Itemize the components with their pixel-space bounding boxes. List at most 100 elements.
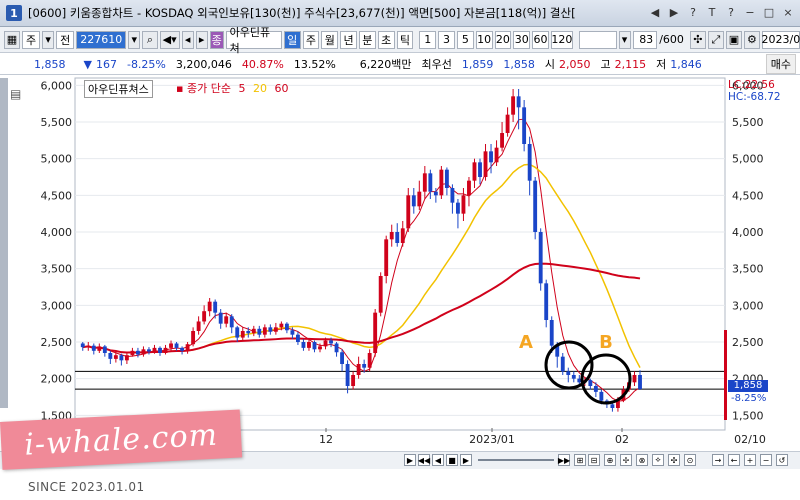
y-tick-label-right: 4,000 [732,226,764,239]
rewind-icon[interactable]: ◀◀ [418,454,430,466]
fast-forward-icon[interactable]: ▶▶ [558,454,570,466]
stock-code-input[interactable]: 227610 [76,30,127,49]
speaker-icon[interactable]: ◀▾ [159,30,180,49]
settings-icon[interactable]: ⚙ [743,30,760,49]
help-icon-2[interactable]: ? [723,4,739,20]
y-tick-label-right: 2,500 [732,336,764,349]
prev-stock-icon[interactable]: ◂ [181,30,194,49]
minute-60[interactable]: 60 [532,30,549,49]
timeline-slider[interactable] [478,459,554,461]
lc-indicator: LC:22.56 [728,79,775,91]
minute-1[interactable]: 1 [419,30,437,49]
candle-body [395,232,400,243]
tool-icon-5[interactable]: ✣ [668,454,680,466]
left-scrollbar [0,78,8,408]
minute-10[interactable]: 10 [475,30,493,49]
minus-icon[interactable]: − [760,454,772,466]
custom-period-input[interactable] [578,30,617,49]
plus-icon[interactable]: + [744,454,756,466]
tool-icon-6[interactable]: ⊙ [684,454,696,466]
minute-20[interactable]: 20 [494,30,512,49]
zoom-in-icon[interactable]: ⊞ [574,454,586,466]
zoom-icon[interactable]: ⤢ [707,30,724,49]
candle-body [522,107,527,144]
minute-3[interactable]: 3 [438,30,455,49]
prev-icon[interactable]: ◀ [647,4,663,20]
arrow-left-icon[interactable]: ← [728,454,740,466]
help-icon[interactable]: ? [685,4,701,20]
ma-period-60: 60 [274,82,289,95]
candle-body [638,375,642,390]
y-tick-label-left: 5,000 [41,153,73,166]
candle-body [566,371,571,375]
low-price: 1,846 [670,57,702,71]
candle-body [240,331,245,338]
high-label: 고 [600,58,611,71]
next-stock-icon[interactable]: ▸ [195,30,208,49]
step-back-icon[interactable]: ◀ [432,454,444,466]
candle-body [389,232,394,240]
period-month[interactable]: 월 [321,30,339,49]
close-icon[interactable]: × [780,4,796,20]
tool-icon-4[interactable]: ⟡ [652,454,664,466]
reset-icon[interactable]: ↺ [776,454,788,466]
step-forward-icon[interactable]: ▶ [460,454,472,466]
buy-button[interactable]: 매수 [765,54,796,74]
save-icon[interactable]: ▣ [725,30,742,49]
candlestick-chart[interactable]: 6,000 5,500 5,000 4,500 4,000 3,500 3,000 2,500… [0,75,800,450]
candle-body [136,350,140,355]
minute-30[interactable]: 30 [513,30,531,49]
candle-body [384,239,389,276]
last-pct-label: -8.25% [731,393,767,404]
period-day[interactable]: 일 [283,30,301,49]
code-dropdown-icon[interactable]: ▾ [128,30,141,49]
candle-body [290,330,295,335]
period-year[interactable]: 년 [340,30,357,49]
open-label: 시 [544,58,556,71]
period-week[interactable]: 주 [302,30,320,49]
crosshair-icon[interactable]: ✣ [689,30,706,49]
arrow-right-icon[interactable]: → [712,454,724,466]
y-tick-label-right: 3,500 [732,263,764,276]
candle-body [450,188,455,203]
candle-body [351,375,356,386]
y-tick-label-right: 5,500 [732,116,764,129]
minimize-icon[interactable]: − [742,4,758,20]
best-price-2: 1,858 [503,57,535,71]
candle-body [599,391,604,401]
period-minute[interactable]: 분 [358,30,376,49]
search-icon[interactable]: ⌕ [142,30,158,49]
y-axis-right: 6,0005,5005,0004,5004,0003,5003,0002,500… [732,79,764,422]
text-icon[interactable]: T [704,4,720,20]
type-select-2[interactable]: 전 [56,30,75,49]
candle-body [444,169,449,188]
volume: 3,200,046 [175,57,232,71]
candle-body [296,334,300,342]
y-tick-label-left: 5,500 [41,116,73,129]
candle-body [229,316,234,328]
title-bar: 1 [0600] 키움종합차트 - KOSDAQ 외국인보유[130(천)] 주… [0,0,800,27]
custom-dropdown-icon[interactable]: ▾ [618,30,631,49]
candle-body [406,195,411,229]
y-tick-label-left: 4,000 [41,226,73,239]
maximize-icon[interactable]: □ [761,4,777,20]
tool-icon-1[interactable]: ⊕ [604,454,616,466]
period-second[interactable]: 초 [377,30,395,49]
play-icon[interactable]: ▶ [404,454,416,466]
layout-icon[interactable]: ▦ [4,30,20,49]
tool-icon-2[interactable]: ✢ [620,454,632,466]
minute-120[interactable]: 120 [550,30,573,49]
period-tick[interactable]: 틱 [396,30,414,49]
next-icon[interactable]: ▶ [666,4,682,20]
date-input[interactable]: 2023/0 [762,30,800,49]
zoom-out-icon[interactable]: ⊟ [588,454,600,466]
y-tick-label-right: 1,500 [732,409,764,422]
tool-icon-3[interactable]: ⊗ [636,454,648,466]
stop-icon[interactable]: ■ [446,454,458,466]
type-select-1[interactable]: 주 [22,30,41,49]
minute-5[interactable]: 5 [456,30,474,49]
type-dropdown-icon[interactable]: ▾ [42,30,55,49]
candle-body [163,347,168,353]
candle-body [318,346,322,350]
count-input[interactable]: 83 [632,30,658,49]
